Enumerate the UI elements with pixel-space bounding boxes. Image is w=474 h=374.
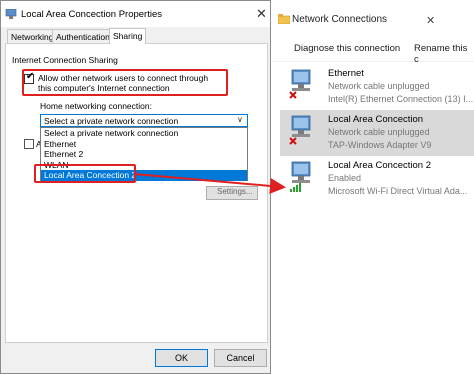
dropdown-option[interactable]: Select a private network connection xyxy=(41,128,247,139)
wifi-enabled-icon xyxy=(290,161,311,192)
diagnose-connection-button[interactable]: Diagnose this connection xyxy=(294,43,400,54)
network-adapter-icon xyxy=(5,9,17,19)
nc-window-title: Network Connections xyxy=(292,14,388,25)
sharing-panel: Internet Connection Sharing ✔ Allow othe… xyxy=(5,43,268,343)
connection-device: Microsoft Wi-Fi Direct Virtual Ada... xyxy=(328,186,468,196)
connection-item-ethernet[interactable]: Ethernet Network cable unplugged Intel(R… xyxy=(280,64,474,110)
nc-close-button[interactable]: ✕ xyxy=(426,14,435,27)
connection-status: Network cable unplugged xyxy=(328,81,430,91)
connection-status: Network cable unplugged xyxy=(328,127,430,137)
tab-sharing[interactable]: Sharing xyxy=(109,28,147,44)
annotation-highlight-checkbox xyxy=(22,69,228,96)
ethernet-disconnected-icon xyxy=(289,115,311,145)
dialog-close-button[interactable]: ✕ xyxy=(256,6,267,22)
properties-dialog: Local Area Concection Properties ✕ Netwo… xyxy=(0,0,271,374)
dropdown-option[interactable]: Ethernet 2 xyxy=(41,149,247,160)
annotation-highlight-option xyxy=(34,164,136,183)
connection-status: Enabled xyxy=(328,173,362,183)
network-connections-window: Network Connections ✕ Diagnose this conn… xyxy=(262,0,474,374)
connection-item-local-area[interactable]: Local Area Concection Network cable unpl… xyxy=(280,110,474,156)
allow-control-checkbox[interactable] xyxy=(24,139,34,149)
dialog-title: Local Area Concection Properties xyxy=(21,9,162,20)
ethernet-disconnected-icon xyxy=(289,69,311,99)
connection-device: TAP-Windows Adapter V9 xyxy=(328,140,432,150)
network-folder-icon xyxy=(278,14,290,24)
connection-device: Intel(R) Ethernet Connection (13) I... xyxy=(328,94,474,104)
dropdown-option[interactable]: Ethernet xyxy=(41,139,247,150)
nc-titlebar: Network Connections ✕ xyxy=(262,0,474,38)
tab-networking[interactable]: Networking xyxy=(7,29,58,43)
connection-name: Ethernet xyxy=(328,68,364,79)
connection-name: Local Area Concection 2 xyxy=(328,160,431,171)
connection-item-local-area-2[interactable]: Local Area Concection 2 Enabled Microsof… xyxy=(280,156,474,202)
chevron-down-icon: ∨ xyxy=(237,115,243,124)
ok-button[interactable]: OK xyxy=(155,349,208,367)
select-value: Select a private network connection xyxy=(44,116,179,126)
tab-authentication[interactable]: Authentication xyxy=(52,29,114,43)
cancel-button[interactable]: Cancel xyxy=(214,349,267,367)
ics-heading: Internet Connection Sharing xyxy=(12,55,118,65)
home-network-select[interactable]: Select a private network connection ∨ xyxy=(40,114,248,127)
connection-name: Local Area Concection xyxy=(328,114,424,125)
home-network-label: Home networking connection: xyxy=(40,101,152,111)
rename-connection-button[interactable]: Rename this c xyxy=(414,43,474,65)
nc-toolbar: Diagnose this connection Rename this c xyxy=(262,38,474,65)
settings-button[interactable]: Settings... xyxy=(206,186,258,200)
dialog-titlebar: Local Area Concection Properties ✕ xyxy=(1,1,270,27)
